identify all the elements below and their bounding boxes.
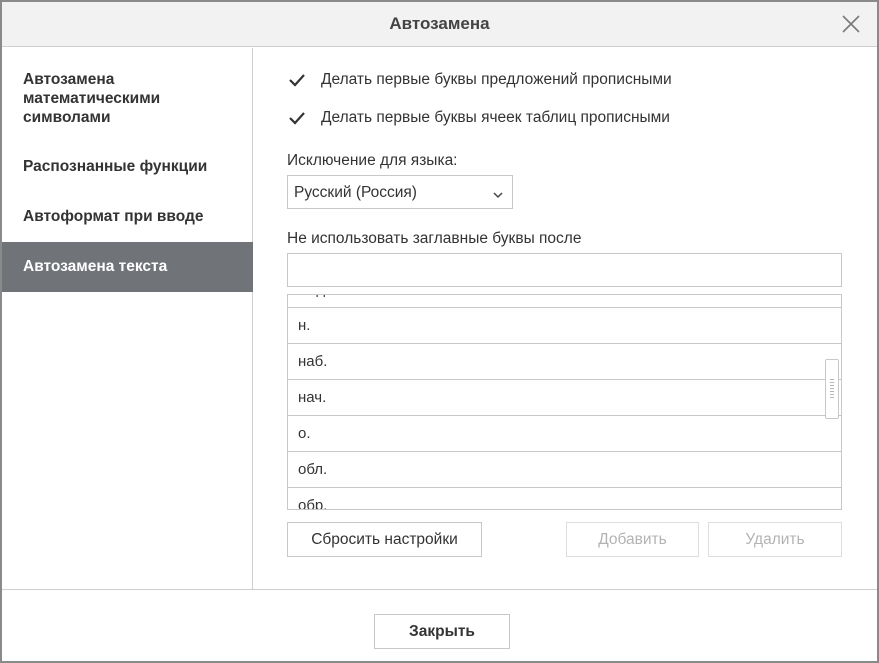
checkbox-checked[interactable] — [287, 108, 307, 128]
list-item[interactable]: наб. — [288, 344, 841, 380]
sidebar-item-recognized-functions[interactable]: Распознанные функции — [2, 157, 253, 176]
list-item[interactable]: нач. — [288, 380, 841, 416]
reset-settings-button[interactable]: Сбросить настройки — [287, 522, 482, 557]
list-item[interactable]: н. — [288, 308, 841, 344]
title-bar: Автозамена — [2, 2, 877, 47]
no-caps-after-label: Не использовать заглавные буквы после — [287, 230, 582, 247]
sidebar-item-label: математическими — [23, 90, 161, 107]
sidebar-item-label: Распознанные функции — [23, 158, 208, 175]
main-panel: Делать первые буквы предложений прописны… — [254, 48, 877, 589]
list-item[interactable]: о. — [288, 416, 841, 452]
scrollbar-thumb[interactable] — [825, 359, 839, 419]
delete-button[interactable]: Удалить — [708, 522, 842, 557]
exceptions-list[interactable]: мед.н.наб.нач.о.обл.обр. — [287, 294, 842, 510]
add-button[interactable]: Добавить — [566, 522, 699, 557]
capitalize-table-cells-option[interactable]: Делать первые буквы ячеек таблиц прописн… — [287, 108, 670, 128]
list-item[interactable]: обр. — [288, 488, 841, 509]
sidebar: Автозамена математическими символами Рас… — [2, 48, 253, 589]
chevron-down-icon — [492, 187, 504, 199]
list-item[interactable]: мед. — [288, 295, 841, 308]
checkbox-label: Делать первые буквы ячеек таблиц прописн… — [321, 109, 670, 126]
language-select[interactable]: Русский (Россия) — [287, 175, 513, 209]
sidebar-item-label: Автоформат при вводе — [23, 208, 204, 225]
dialog-title: Автозамена — [389, 14, 490, 33]
sidebar-item-label: Автозамена — [23, 71, 115, 88]
checkbox-checked[interactable] — [287, 70, 307, 90]
language-select-value: Русский (Россия) — [294, 184, 417, 201]
checkbox-label: Делать первые буквы предложений прописны… — [321, 71, 672, 88]
sidebar-item-label: символами — [23, 109, 111, 126]
language-exception-label: Исключение для языка: — [287, 152, 458, 169]
autocorrect-dialog: Автозамена Автозамена математическими си… — [0, 0, 879, 663]
list-item[interactable]: обл. — [288, 452, 841, 488]
capitalize-sentences-option[interactable]: Делать первые буквы предложений прописны… — [287, 70, 672, 90]
dialog-footer: Закрыть — [2, 589, 877, 661]
exception-input[interactable] — [287, 253, 842, 287]
close-icon[interactable] — [839, 12, 863, 36]
sidebar-item-text-autocorrect[interactable]: Автозамена текста — [2, 242, 253, 292]
sidebar-item-label: Автозамена текста — [23, 258, 168, 275]
close-button[interactable]: Закрыть — [374, 614, 510, 649]
sidebar-item-math-autocorrect[interactable]: Автозамена математическими символами — [2, 70, 253, 127]
sidebar-item-autoformat[interactable]: Автоформат при вводе — [2, 207, 253, 226]
grip-icon — [830, 379, 834, 399]
